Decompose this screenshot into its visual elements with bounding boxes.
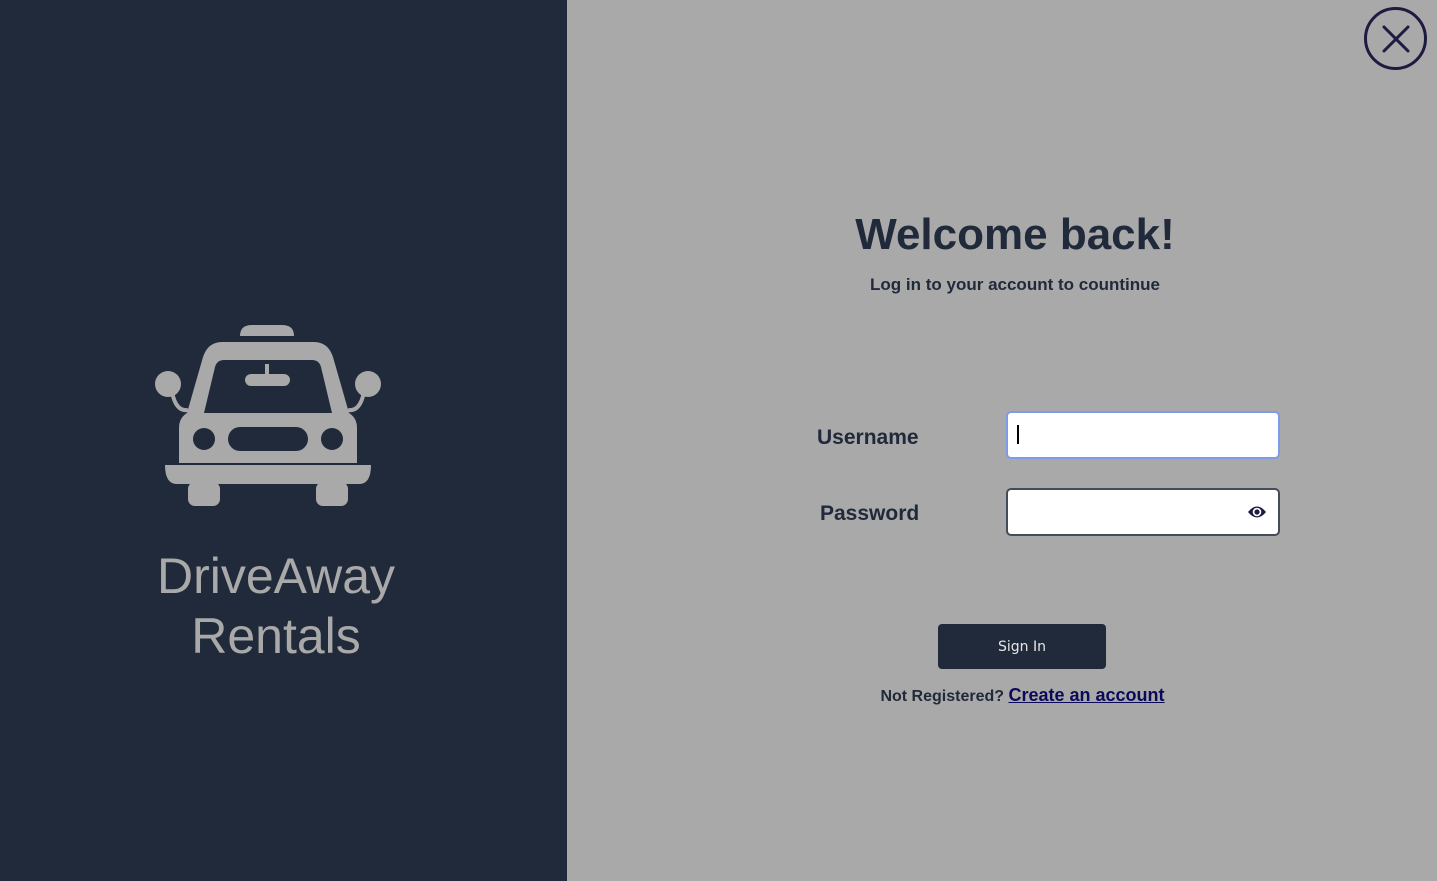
password-label: Password <box>820 502 920 525</box>
sign-in-button[interactable]: Sign In <box>938 624 1106 669</box>
brand-name-line1: DriveAway <box>156 548 396 604</box>
text-cursor <box>1017 425 1019 444</box>
not-registered-text: Not Registered? <box>880 688 1005 705</box>
brand-name-line2: Rentals <box>191 608 361 664</box>
username-input[interactable] <box>1006 411 1280 459</box>
username-label: Username <box>817 426 919 449</box>
page-subtitle: Log in to your account to countinue <box>870 275 1160 294</box>
close-button[interactable] <box>1364 7 1427 70</box>
close-icon <box>1382 25 1409 52</box>
eye-icon[interactable] <box>1246 502 1268 522</box>
login-panel <box>567 0 1437 881</box>
create-account-link[interactable]: Create an account <box>1008 685 1164 705</box>
page-title: Welcome back! <box>855 210 1175 259</box>
taxi-car-icon <box>155 325 381 506</box>
password-input[interactable] <box>1006 488 1280 536</box>
register-prompt: Not Registered? Create an account <box>760 685 1285 706</box>
brand-panel: DriveAway Rentals <box>0 0 567 881</box>
brand-name: DriveAway Rentals <box>0 546 552 666</box>
